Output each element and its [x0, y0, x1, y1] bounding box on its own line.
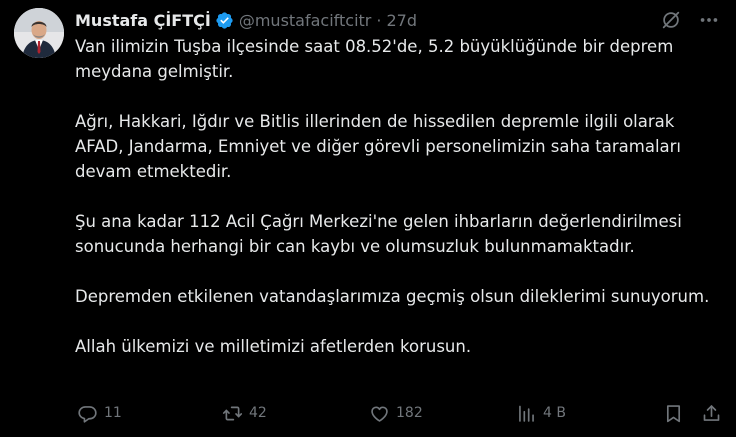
like-button[interactable]: 182 — [369, 400, 423, 426]
timestamp[interactable]: 27d — [386, 11, 417, 30]
share-button[interactable] — [701, 400, 722, 426]
bookmark-button[interactable] — [663, 400, 684, 426]
tweet-paragraph: Van ilimizin Tuşba ilçesinde saat 08.52'… — [75, 37, 674, 81]
display-name[interactable]: Mustafa ÇİFTÇİ — [75, 11, 211, 30]
tweet-paragraph: Ağrı, Hakkari, Iğdır ve Bitlis illerinde… — [75, 112, 682, 181]
tweet-header: Mustafa ÇİFTÇİ @mustafaciftcitr · 27d — [75, 9, 417, 31]
like-icon — [369, 403, 390, 424]
repost-button[interactable]: 42 — [222, 400, 267, 426]
share-icon — [701, 403, 722, 424]
tweet-paragraph: Şu ana kadar 112 Acil Çağrı Merkezi'ne g… — [75, 212, 682, 256]
avatar[interactable] — [14, 8, 64, 58]
action-bar: 11 42 182 4 B — [0, 400, 736, 426]
like-count: 182 — [396, 405, 423, 421]
reply-icon — [77, 403, 98, 424]
reply-count: 11 — [104, 405, 122, 421]
tweet-paragraph: Allah ülkemizi ve milletimizi afetlerden… — [75, 337, 472, 356]
user-handle[interactable]: @mustafaciftcitr — [239, 11, 372, 30]
top-actions — [660, 9, 720, 31]
separator-dot: · — [376, 10, 382, 30]
verified-badge-icon — [215, 11, 234, 30]
more-icon[interactable] — [698, 9, 720, 31]
avatar-portrait — [14, 8, 64, 58]
views-icon — [516, 403, 537, 424]
reply-button[interactable]: 11 — [77, 400, 122, 426]
tweet-paragraph: Depremden etkilenen vatandaşlarımıza geç… — [75, 287, 710, 306]
views-button[interactable]: 4 B — [516, 400, 566, 426]
bookmark-icon — [663, 403, 684, 424]
grok-icon[interactable] — [660, 9, 682, 31]
tweet-text: Van ilimizin Tuşba ilçesinde saat 08.52'… — [75, 34, 715, 359]
views-count: 4 B — [543, 405, 566, 421]
tweet[interactable]: Mustafa ÇİFTÇİ @mustafaciftcitr · 27d Va… — [0, 0, 736, 437]
repost-count: 42 — [249, 405, 267, 421]
repost-icon — [222, 403, 243, 424]
